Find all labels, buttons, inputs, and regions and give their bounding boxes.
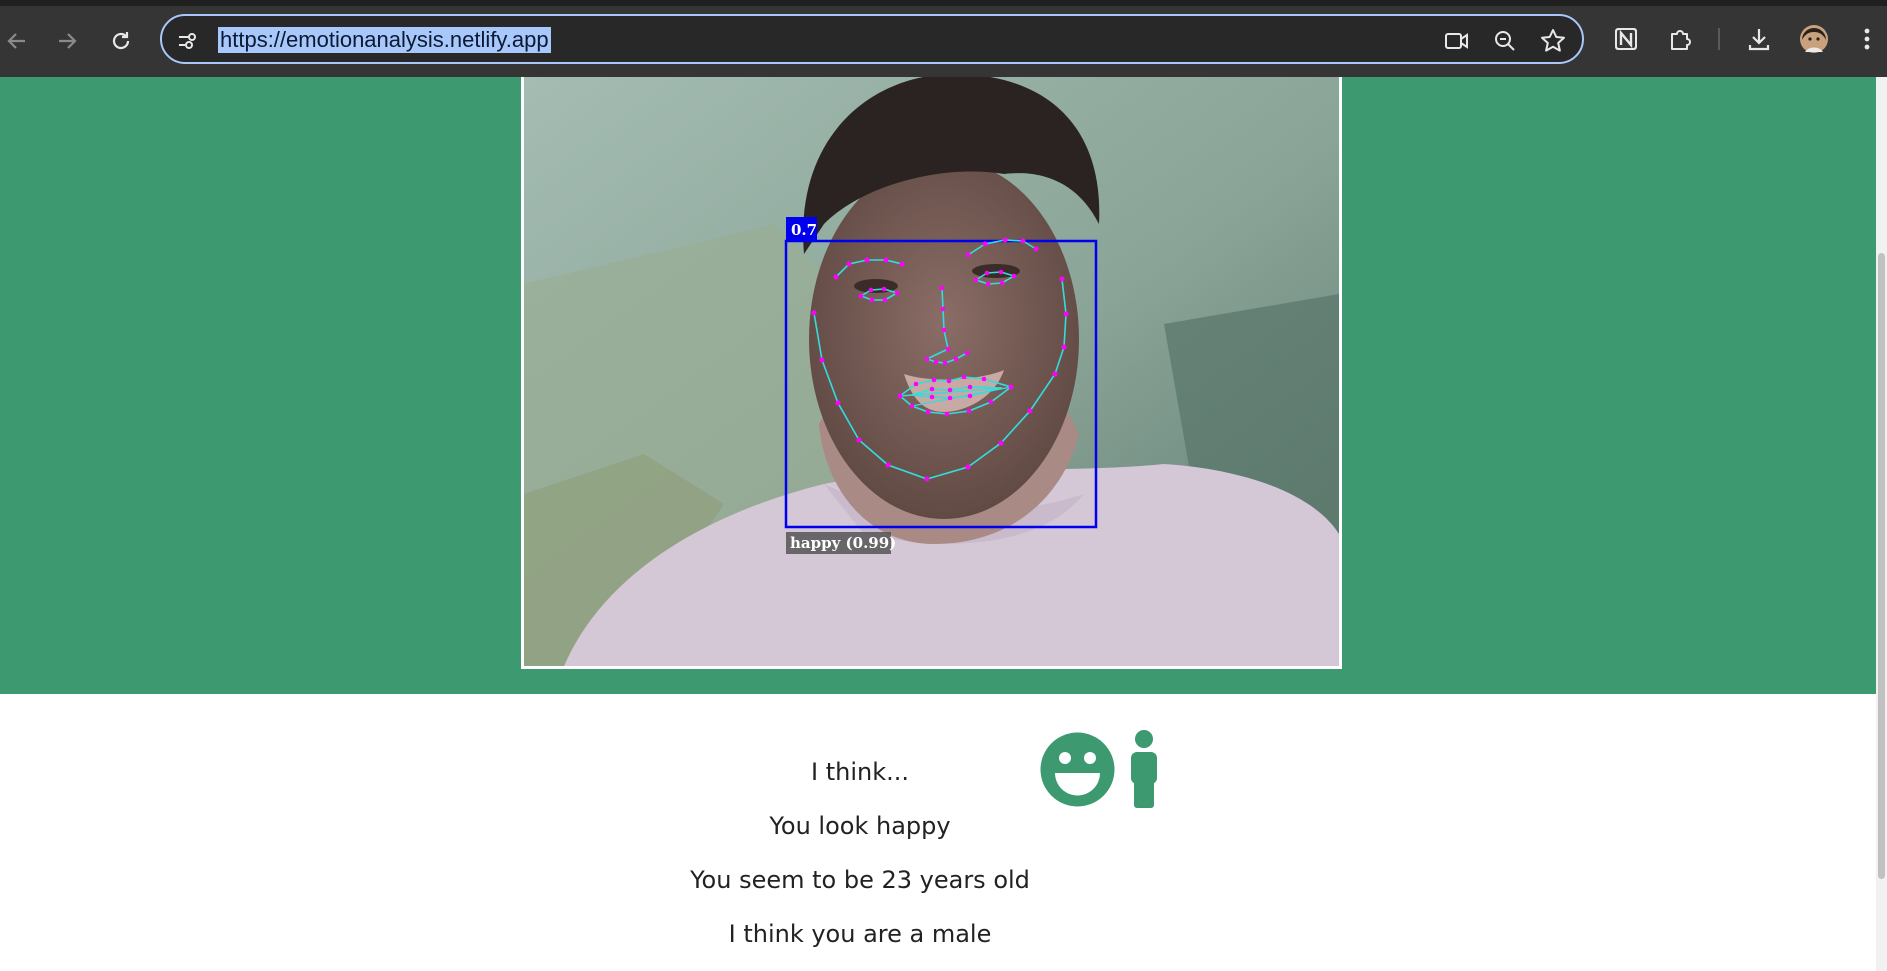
result-gender: I think you are a male bbox=[728, 920, 992, 948]
profile-avatar[interactable] bbox=[1797, 22, 1831, 56]
page-viewport: 0.7 happy (0.99) I think... You look hap… bbox=[0, 77, 1876, 971]
notion-extension-icon[interactable] bbox=[1609, 22, 1643, 56]
result-intro: I think... bbox=[811, 758, 909, 786]
expression-label: happy (0.99) bbox=[790, 534, 896, 552]
person-icon bbox=[1128, 730, 1160, 810]
webcam-video: 0.7 happy (0.99) bbox=[521, 77, 1342, 669]
back-arrow-icon[interactable] bbox=[0, 24, 34, 58]
zoom-icon[interactable] bbox=[1492, 28, 1518, 54]
star-icon[interactable] bbox=[1540, 28, 1566, 54]
toolbar-divider bbox=[1709, 22, 1729, 56]
smiley-face-icon bbox=[1040, 732, 1115, 807]
browser-toolbar: https://emotionanalysis.netlify.app bbox=[0, 0, 1887, 77]
tab-strip-edge bbox=[0, 0, 1887, 6]
result-age: You seem to be 23 years old bbox=[690, 866, 1030, 894]
download-icon[interactable] bbox=[1742, 22, 1776, 56]
camera-icon[interactable] bbox=[1444, 28, 1470, 54]
hero-section: 0.7 happy (0.99) bbox=[0, 77, 1876, 694]
site-info-icon[interactable] bbox=[174, 28, 200, 54]
confidence-label: 0.7 bbox=[791, 221, 817, 239]
scrollbar-thumb[interactable] bbox=[1878, 253, 1885, 879]
reload-icon[interactable] bbox=[104, 24, 138, 58]
more-menu-icon[interactable] bbox=[1850, 22, 1884, 56]
extensions-puzzle-icon[interactable] bbox=[1663, 22, 1697, 56]
forward-arrow-icon[interactable] bbox=[50, 24, 84, 58]
result-emotion: You look happy bbox=[769, 812, 951, 840]
url-text[interactable]: https://emotionanalysis.netlify.app bbox=[218, 27, 551, 53]
address-bar[interactable]: https://emotionanalysis.netlify.app bbox=[160, 14, 1584, 64]
vertical-scrollbar[interactable] bbox=[1876, 77, 1887, 971]
